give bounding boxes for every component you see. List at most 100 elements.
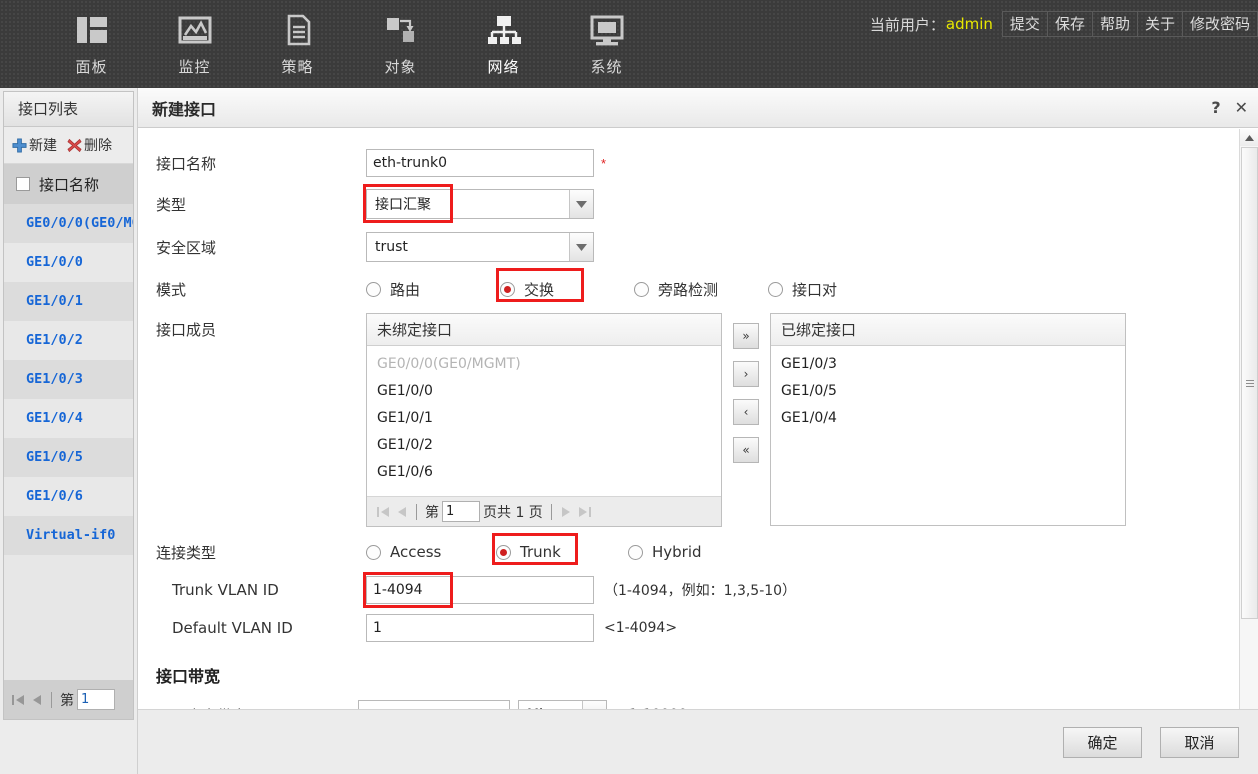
field-row-security-zone: 安全区域 trust <box>138 225 1258 269</box>
pager-divider <box>550 503 552 520</box>
trunk-vlan-id-input[interactable] <box>366 576 594 604</box>
radio-circle-icon <box>768 281 783 297</box>
move-all-left-button[interactable]: « <box>733 437 759 463</box>
last-page-icon[interactable] <box>575 504 593 520</box>
dialog-scrollbar[interactable] <box>1239 129 1258 733</box>
pager-page-input[interactable] <box>77 689 115 710</box>
scroll-up-arrow-icon[interactable] <box>1240 129 1258 146</box>
chevron-down-icon[interactable] <box>569 190 593 218</box>
list-item[interactable]: GE1/0/4 <box>4 399 133 438</box>
security-zone-select[interactable]: trust <box>366 232 594 262</box>
dual-pager-input[interactable] <box>442 501 480 522</box>
prev-page-icon[interactable] <box>393 504 411 520</box>
list-item[interactable]: GE1/0/2 <box>367 432 721 459</box>
nav-label-monitor: 监控 <box>178 58 211 76</box>
mode-radio-bypass[interactable]: 旁路检测 <box>634 279 768 300</box>
new-interface-button[interactable]: 新建 <box>12 135 57 155</box>
first-page-icon[interactable] <box>10 692 28 708</box>
radio-circle-icon <box>366 544 381 560</box>
mode-radio-interface-pair[interactable]: 接口对 <box>768 279 837 300</box>
select-all-checkbox[interactable] <box>16 177 30 191</box>
link-type-radio-trunk[interactable]: Trunk <box>496 543 628 561</box>
list-item[interactable]: GE1/0/1 <box>367 405 721 432</box>
unbound-list-items: GE0/0/0(GE0/MGMT) GE1/0/0 GE1/0/1 GE1/0/… <box>367 346 721 496</box>
list-item[interactable]: GE0/0/0(GE0/MGMT) <box>4 204 133 243</box>
radio-circle-icon <box>500 281 515 297</box>
move-right-button[interactable]: › <box>733 361 759 387</box>
chevron-down-icon[interactable] <box>569 233 593 261</box>
dialog-title: 新建接口 <box>152 99 217 119</box>
list-item[interactable]: GE1/0/5 <box>4 438 133 477</box>
list-item[interactable]: GE0/0/0(GE0/MGMT) <box>367 351 721 378</box>
top-menu-submit[interactable]: 提交 <box>1003 12 1048 36</box>
radio-circle-icon <box>628 544 643 560</box>
list-item[interactable]: GE1/0/3 <box>771 351 1125 378</box>
label-security-zone: 安全区域 <box>156 238 217 257</box>
first-page-icon[interactable] <box>375 504 393 520</box>
label-link-type: 连接类型 <box>156 543 217 562</box>
mode-radio-route[interactable]: 路由 <box>366 279 500 300</box>
nav-item-policy[interactable]: 策略 <box>246 8 349 80</box>
dual-pager-total: 页共 1 页 <box>483 504 543 521</box>
delete-interface-button[interactable]: 删除 <box>67 135 112 155</box>
top-menu-help[interactable]: 帮助 <box>1093 12 1138 36</box>
nav-label-object: 对象 <box>384 58 417 76</box>
nav-item-dashboard[interactable]: 面板 <box>40 8 143 80</box>
interface-name-input[interactable] <box>366 149 594 177</box>
move-all-right-button[interactable]: » <box>733 323 759 349</box>
default-vlan-id-input[interactable] <box>366 614 594 642</box>
nav-item-network[interactable]: 网络 <box>452 8 555 80</box>
bandwidth-section-title: 接口带宽 <box>156 667 221 686</box>
mode-radio-switch[interactable]: 交换 <box>500 279 634 300</box>
main-nav: 面板 监控 策略 对象 网络 系统 <box>40 8 658 80</box>
list-item[interactable]: GE1/0/5 <box>771 378 1125 405</box>
label-default-vlan-id: Default VLAN ID <box>172 619 293 637</box>
user-area: 当前用户： admin 提交 保存 帮助 关于 修改密码 <box>870 10 1258 38</box>
move-left-button[interactable]: ‹ <box>733 399 759 425</box>
link-type-radio-access[interactable]: Access <box>366 543 496 561</box>
dual-pager-label: 第 <box>425 504 439 521</box>
cancel-button[interactable]: 取消 <box>1160 726 1239 758</box>
list-item[interactable]: GE1/0/0 <box>4 243 133 282</box>
bound-interface-list: 已绑定接口 GE1/0/3 GE1/0/5 GE1/0/4 <box>770 313 1126 526</box>
nav-label-system: 系统 <box>590 58 623 76</box>
top-navigation-bar: 面板 监控 策略 对象 网络 系统 当前用户： admin 提交 保存 帮助 关… <box>0 0 1258 88</box>
list-item[interactable]: GE1/0/4 <box>771 405 1125 432</box>
top-menu-save[interactable]: 保存 <box>1048 12 1093 36</box>
prev-page-icon[interactable] <box>28 692 46 708</box>
ok-button[interactable]: 确定 <box>1063 726 1142 758</box>
mode-label-route: 路由 <box>390 280 421 299</box>
list-item[interactable]: GE1/0/2 <box>4 321 133 360</box>
nav-item-object[interactable]: 对象 <box>349 8 452 80</box>
new-interface-label: 新建 <box>29 138 57 154</box>
unbound-interface-list: 未绑定接口 GE0/0/0(GE0/MGMT) GE1/0/0 GE1/0/1 … <box>366 313 722 527</box>
list-item[interactable]: GE1/0/6 <box>367 459 721 486</box>
list-item[interactable]: GE1/0/6 <box>4 477 133 516</box>
list-item[interactable]: GE1/0/3 <box>4 360 133 399</box>
list-item[interactable]: GE1/0/0 <box>367 378 721 405</box>
help-icon[interactable]: ? <box>1211 100 1220 116</box>
monitor-icon <box>178 16 211 44</box>
dialog-footer: 确定 取消 <box>138 709 1258 774</box>
top-menu-change-password[interactable]: 修改密码 <box>1183 12 1257 36</box>
label-mode: 模式 <box>156 280 187 299</box>
close-icon[interactable]: ✕ <box>1235 100 1248 116</box>
type-select[interactable]: 接口汇聚 <box>366 189 594 219</box>
next-page-icon[interactable] <box>557 504 575 520</box>
list-item[interactable]: GE1/0/1 <box>4 282 133 321</box>
link-type-radio-hybrid[interactable]: Hybrid <box>628 543 702 561</box>
default-vlan-hint: <1-4094> <box>604 620 678 636</box>
label-trunk-vlan-id: Trunk VLAN ID <box>172 581 279 599</box>
nav-item-monitor[interactable]: 监控 <box>143 8 246 80</box>
nav-item-system[interactable]: 系统 <box>555 8 658 80</box>
top-menu-about[interactable]: 关于 <box>1138 12 1183 36</box>
interface-list-pager: 第 <box>4 680 133 719</box>
radio-circle-icon <box>366 281 381 297</box>
dashboard-icon <box>76 17 107 43</box>
field-row-trunk-vlan: Trunk VLAN ID （1-4094，例如：1,3,5-10） <box>138 571 1258 609</box>
scrollbar-thumb[interactable] <box>1241 147 1258 619</box>
unbound-list-pager: 第 页共 1 页 <box>367 496 721 526</box>
object-icon <box>386 18 414 42</box>
field-row-link-type: 连接类型 Access Trunk Hybrid <box>138 533 1258 571</box>
list-item[interactable]: Virtual-if0 <box>4 516 133 555</box>
